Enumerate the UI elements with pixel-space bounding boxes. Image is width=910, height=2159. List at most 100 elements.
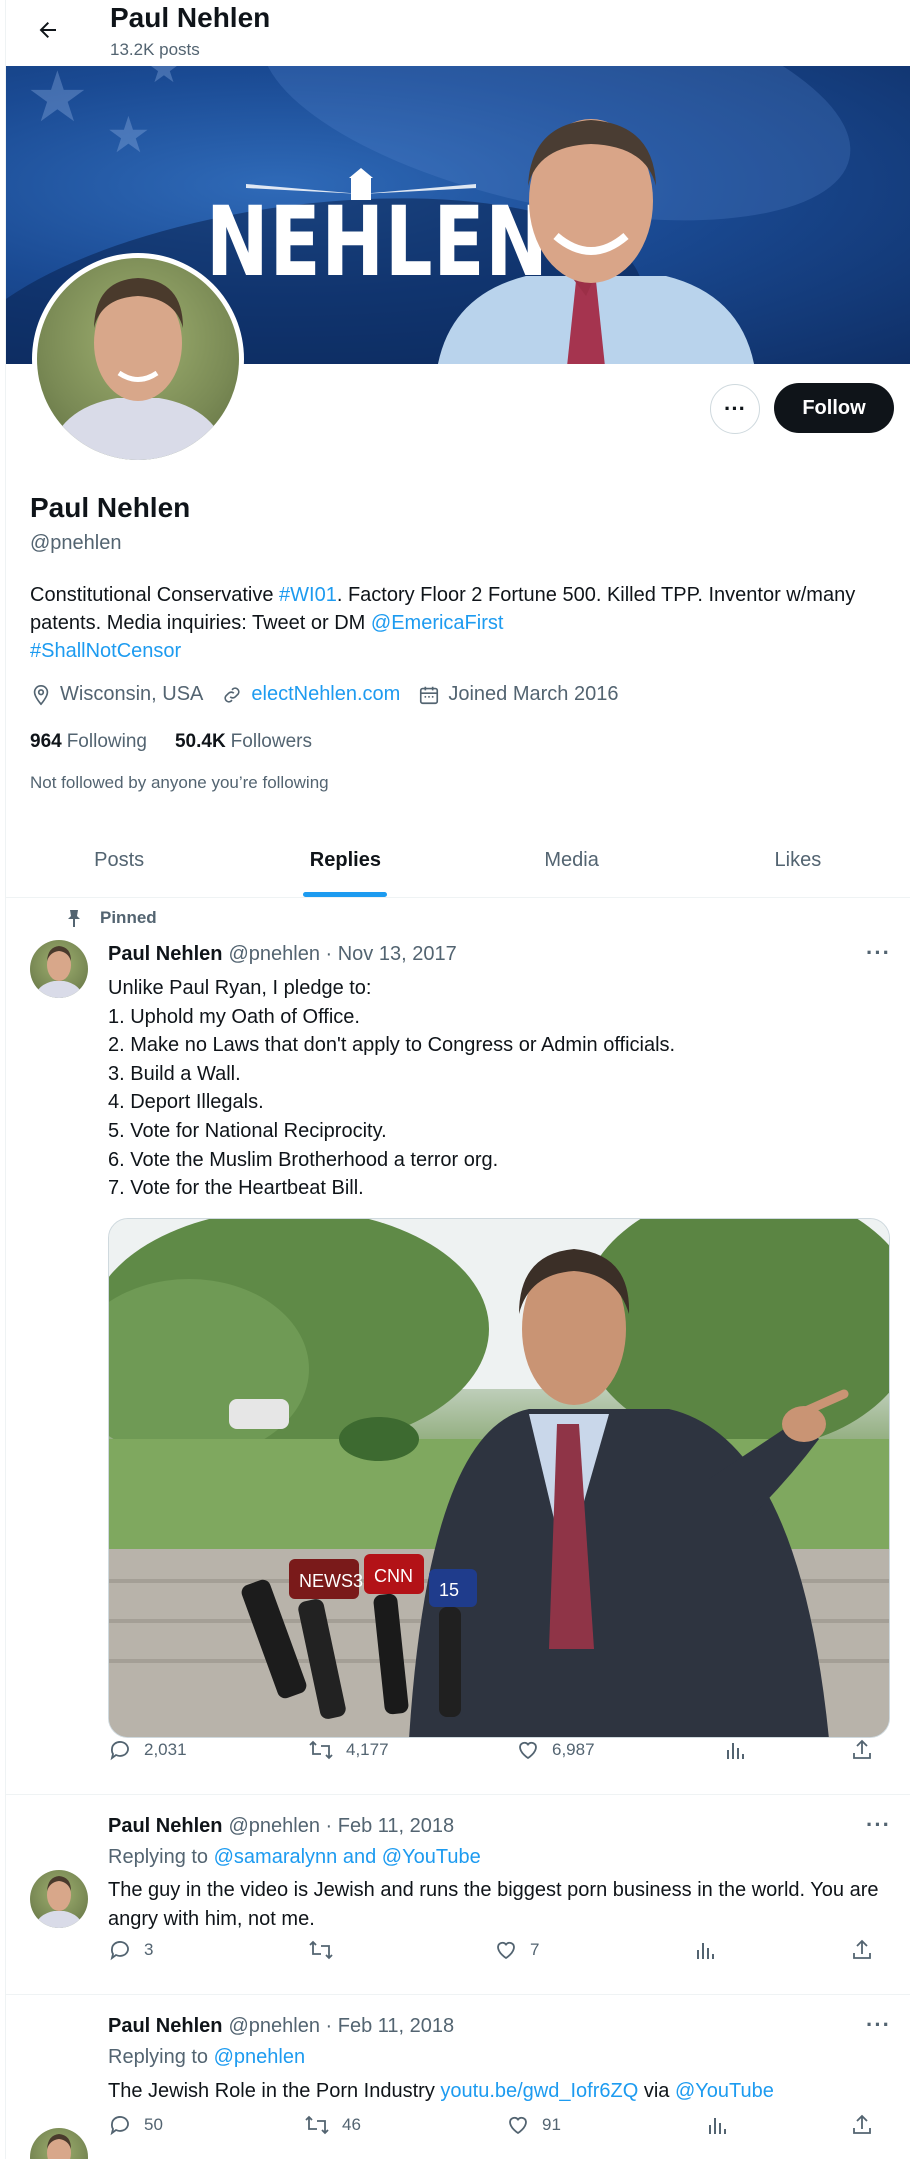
tweet-avatar[interactable] <box>30 940 88 998</box>
like-count: 7 <box>530 1940 540 1959</box>
profile-meta: Wisconsin, USA electNehlen.com Joined Ma… <box>30 683 636 706</box>
retweet-count: 4,177 <box>346 1740 389 1759</box>
tweet-header: Paul Nehlen @pnehlen · Feb 11, 2018 <box>108 1815 454 1838</box>
replying-to: Replying to @samaralynn and @YouTube <box>108 1846 481 1869</box>
followers-link[interactable]: 50.4K Followers <box>175 731 312 753</box>
retweet-button[interactable] <box>308 1938 346 1962</box>
retweet-count: 46 <box>342 2115 361 2134</box>
tweet-meta[interactable]: @pnehlen · Feb 11, 2018 <box>228 2015 454 2038</box>
profile-website[interactable]: electNehlen.com <box>221 683 400 706</box>
tweet-author-name[interactable]: Paul Nehlen <box>108 2015 222 2038</box>
link-icon <box>224 686 240 703</box>
like-button[interactable]: 91 <box>506 2113 561 2137</box>
header-post-count: 13.2K posts <box>110 40 200 59</box>
follow-stats: 964 Following 50.4K Followers <box>30 731 340 753</box>
profile-avatar[interactable] <box>32 253 244 465</box>
header-name: Paul Nehlen <box>110 2 271 33</box>
profile-page: Paul Nehlen 13.2K posts ★ ★ ★ NEHLEN ···… <box>5 0 910 2159</box>
tweet-link[interactable]: youtu.be/gwd_Iofr6ZQ <box>440 2080 638 2102</box>
profile-handle: @pnehlen <box>30 532 122 554</box>
share-button[interactable] <box>850 2113 874 2137</box>
more-options-button[interactable]: ··· <box>710 384 760 434</box>
tab-replies[interactable]: Replies <box>232 832 458 897</box>
tweet-text-part: The Jewish Role in the Porn Industry <box>108 2080 441 2102</box>
like-count: 6,987 <box>552 1740 595 1759</box>
reply-count: 2,031 <box>144 1740 187 1759</box>
tweet-author-name[interactable]: Paul Nehlen <box>108 943 222 966</box>
tweet-meta[interactable]: @pnehlen · Nov 13, 2017 <box>228 943 456 966</box>
retweet-icon <box>309 1940 333 1960</box>
follow-button[interactable]: Follow <box>774 383 894 433</box>
tweet-meta[interactable]: @pnehlen · Feb 11, 2018 <box>228 1815 454 1838</box>
views-icon <box>697 1943 714 1959</box>
tweet-more-button[interactable]: ··· <box>866 940 891 966</box>
following-link[interactable]: 964 Following <box>30 731 147 753</box>
views-button[interactable] <box>694 1939 716 1961</box>
replying-to-link[interactable]: @pnehlen <box>214 2046 305 2068</box>
views-icon <box>709 2118 726 2134</box>
pinned-label: Pinned <box>100 908 157 927</box>
avatar-portrait <box>47 278 229 460</box>
reply-count: 3 <box>144 1940 154 1959</box>
tweet-more-button[interactable]: ··· <box>866 2012 891 2038</box>
website-link[interactable]: electNehlen.com <box>251 683 400 706</box>
retweet-button[interactable]: 46 <box>304 2113 361 2137</box>
tweet-author-name[interactable]: Paul Nehlen <box>108 1815 222 1838</box>
views-button[interactable] <box>724 1739 746 1761</box>
views-button[interactable] <box>706 2114 728 2136</box>
share-button[interactable] <box>850 1938 874 1962</box>
like-icon <box>519 1741 537 1760</box>
mention-link[interactable]: @YouTube <box>675 2080 774 2102</box>
joined-text: Joined March 2016 <box>448 683 619 705</box>
reply-button[interactable]: 3 <box>108 1938 153 1962</box>
like-icon <box>497 1941 515 1960</box>
tweet-more-button[interactable]: ··· <box>866 1812 891 1838</box>
share-icon <box>853 2114 871 2134</box>
tweet-avatar[interactable] <box>30 1870 88 1928</box>
share-button[interactable] <box>850 1738 874 1762</box>
share-icon <box>853 1939 871 1959</box>
profile-name: Paul Nehlen <box>30 492 191 523</box>
mic-flag-label: NEWS3 <box>299 1571 363 1591</box>
replying-to-link[interactable]: @samaralynn and @YouTube <box>214 1846 481 1868</box>
tweet-header: Paul Nehlen @pnehlen · Nov 13, 2017 <box>108 943 457 966</box>
tweet-avatar[interactable] <box>30 2128 88 2159</box>
profile-tabs: Posts Replies Media Likes <box>6 832 910 898</box>
tweet-text: Unlike Paul Ryan, I pledge to: 1. Uphold… <box>108 977 676 1200</box>
replying-prefix: Replying to <box>108 1846 214 1868</box>
press-conference-photo: NEWS3 CNN 15 <box>109 1219 889 1737</box>
followers-count: 50.4K <box>174 731 226 752</box>
like-button[interactable]: 7 <box>494 1938 539 1962</box>
reply-button[interactable]: 50 <box>108 2113 163 2137</box>
hashtag-link[interactable]: #WI01 <box>279 584 337 606</box>
more-icon: ··· <box>866 1812 891 1837</box>
calendar-icon <box>420 686 439 704</box>
tweet-divider <box>6 1994 910 1995</box>
reply-button[interactable]: 2,031 <box>108 1738 187 1762</box>
tweet-text-part: via <box>638 2080 675 2102</box>
tab-media[interactable]: Media <box>459 832 685 897</box>
share-icon <box>853 1739 871 1759</box>
tweet-text: The guy in the video is Jewish and runs … <box>108 1879 879 1930</box>
bio-text: Constitutional Conservative <box>30 584 280 606</box>
mention-link[interactable]: @EmericaFirst <box>371 612 504 634</box>
back-button[interactable] <box>28 10 68 50</box>
more-icon: ··· <box>866 2012 891 2037</box>
like-icon <box>509 2116 527 2135</box>
profile-joined: Joined March 2016 <box>418 683 618 706</box>
hashtag-link[interactable]: #ShallNotCensor <box>30 640 181 662</box>
tweet-text: The Jewish Role in the Porn Industry you… <box>108 2077 888 2106</box>
location-text: Wisconsin, USA <box>60 683 204 705</box>
tab-likes[interactable]: Likes <box>685 832 910 897</box>
retweet-button[interactable]: 4,177 <box>308 1738 389 1762</box>
reply-icon <box>110 1941 129 1961</box>
like-button[interactable]: 6,987 <box>516 1738 595 1762</box>
pinned-indicator: Pinned <box>66 908 157 928</box>
profile-location: Wisconsin, USA <box>30 683 203 706</box>
following-label: Following <box>66 731 147 752</box>
following-count: 964 <box>30 731 62 752</box>
location-icon <box>33 684 49 705</box>
tweet-photo[interactable]: NEWS3 CNN 15 <box>108 1218 890 1738</box>
mic-flag-label: CNN <box>374 1566 413 1586</box>
tab-posts[interactable]: Posts <box>6 832 232 897</box>
